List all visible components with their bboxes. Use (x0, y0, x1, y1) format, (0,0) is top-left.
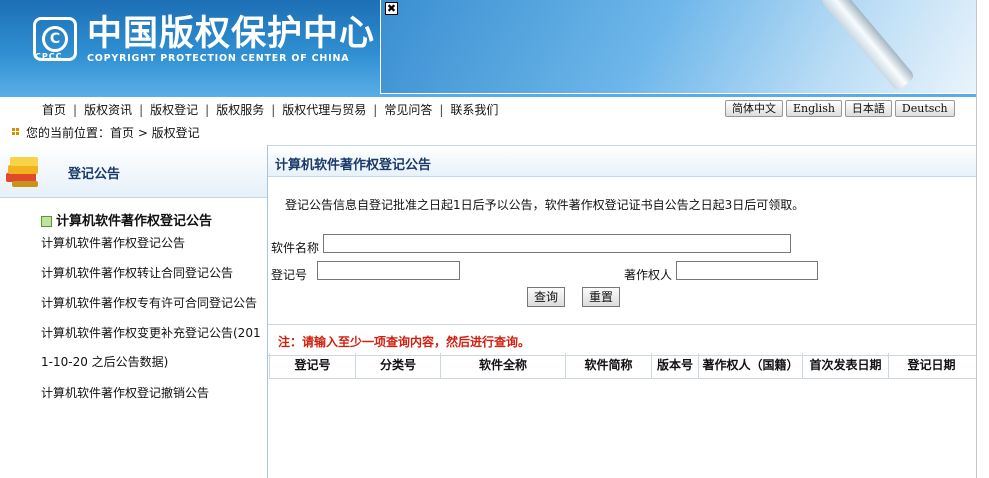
table-header-cell: 软件简称 (566, 353, 652, 378)
reg-no-input[interactable] (317, 261, 460, 280)
table-header-cell: 首次发表日期 (803, 353, 889, 378)
main-header: 计算机软件著作权登记公告 (268, 145, 976, 177)
nav-item-agency-trade[interactable]: 版权代理与贸易 (282, 101, 366, 118)
nav-separator: | (73, 102, 78, 117)
nav-separator: | (373, 102, 378, 117)
nav-item-home[interactable]: 首页 (42, 101, 66, 118)
software-name-label: 软件名称 (271, 241, 320, 255)
lang-button-ja[interactable]: 日本語 (844, 100, 892, 117)
table-header-cell: 分类号 (356, 353, 441, 378)
copyright-logo-glyph: C (42, 26, 68, 52)
nav-item-registration[interactable]: 版权登记 (150, 101, 198, 118)
bullet-icon (41, 216, 52, 227)
site-subtitle: COPYRIGHT PROTECTION CENTER OF CHINA (87, 53, 350, 64)
table-header-cell: 版本号 (652, 353, 699, 378)
sidebar-title: 登记公告 (68, 167, 121, 182)
sidebar-item-software-registration[interactable]: 计算机软件著作权登记公告 (41, 234, 185, 251)
books-icon (6, 157, 38, 187)
table-header-cell: 登记号 (270, 353, 356, 378)
breadcrumb: 您的当前位置：首页 > 版权登记 (0, 119, 976, 144)
sidebar-item-transfer-contract[interactable]: 计算机软件著作权转让合同登记公告 (41, 264, 233, 281)
owner-input[interactable] (676, 261, 818, 280)
nav-links: 首页 | 版权资讯 | 版权登记 | 版权服务 | 版权代理与贸易 | 常见问答… (42, 101, 498, 118)
close-icon[interactable]: ✖ (385, 2, 398, 15)
nav-separator: | (139, 102, 144, 117)
reset-button[interactable]: 重置 (582, 287, 621, 307)
table-header-cell: 登记日期 (907, 358, 956, 372)
lang-button-en[interactable]: English (786, 100, 842, 117)
lang-button-de[interactable]: Deutsch (894, 100, 955, 117)
sidebar-item-exclusive-license[interactable]: 计算机软件著作权专有许可合同登记公告 (41, 294, 257, 311)
site-title: 中国版权保护中心 (87, 14, 376, 54)
query-button[interactable]: 查询 (527, 287, 566, 307)
nav-separator: | (205, 102, 210, 117)
logo-abbr: CPCC (35, 52, 63, 61)
window-edge (976, 0, 989, 478)
table-header-cell: 软件全称 (441, 353, 566, 378)
sidebar-active-item[interactable]: 计算机软件著作权登记公告 (41, 210, 212, 229)
location-dots-icon (12, 128, 20, 136)
page-title: 计算机软件著作权登记公告 (275, 158, 432, 173)
nav-item-faq[interactable]: 常见问答 (384, 101, 432, 118)
language-switcher: 简体中文 English 日本語 Deutsch (725, 100, 955, 117)
main-nav: 首页 | 版权资讯 | 版权登记 | 版权服务 | 版权代理与贸易 | 常见问答… (0, 97, 976, 120)
site-header: C CPCC 中国版权保护中心 COPYRIGHT PROTECTION CEN… (0, 0, 976, 97)
software-name-input[interactable] (323, 234, 791, 253)
sidebar-header: 登记公告 (0, 145, 267, 198)
lang-button-zh[interactable]: 简体中文 (725, 100, 783, 117)
notice-text: 登记公告信息自登记批准之日起1日后予以公告，软件著作权登记证书自公告之日起3日后… (285, 198, 805, 212)
results-table-header: 登记号 分类号 软件全称 软件简称 版本号 著作权人（国籍） 首次发表日期 登记… (269, 353, 977, 379)
breadcrumb-text: 您的当前位置：首页 > 版权登记 (26, 126, 200, 140)
sidebar-item-revocation[interactable]: 计算机软件著作权登记撤销公告 (41, 384, 209, 401)
sidebar-item-change-supplement[interactable]: 计算机软件著作权变更补充登记公告(201 (41, 324, 261, 341)
nav-item-services[interactable]: 版权服务 (216, 101, 264, 118)
nav-separator: | (439, 102, 444, 117)
sidebar-item-change-supplement-cont[interactable]: 1-10-20 之后公告数据) (41, 353, 168, 370)
sidebar: 登记公告 计算机软件著作权登记公告 计算机软件著作权登记公告 计算机软件著作权转… (0, 145, 268, 478)
reg-no-label: 登记号 (271, 268, 308, 282)
table-header-cell: 著作权人（国籍） (699, 353, 803, 378)
hint-panel: 注：请输入至少一项查询内容，然后进行查询。 (268, 324, 976, 356)
hint-text: 注：请输入至少一项查询内容，然后进行查询。 (278, 335, 531, 349)
sidebar-active-label: 计算机软件著作权登记公告 (56, 214, 213, 229)
main-content: 计算机软件著作权登记公告 登记公告信息自登记批准之日起1日后予以公告，软件著作权… (268, 145, 977, 478)
nav-item-news[interactable]: 版权资讯 (84, 101, 132, 118)
nav-item-contact[interactable]: 联系我们 (450, 101, 498, 118)
nav-separator: | (271, 102, 276, 117)
owner-label: 著作权人 (624, 268, 673, 282)
